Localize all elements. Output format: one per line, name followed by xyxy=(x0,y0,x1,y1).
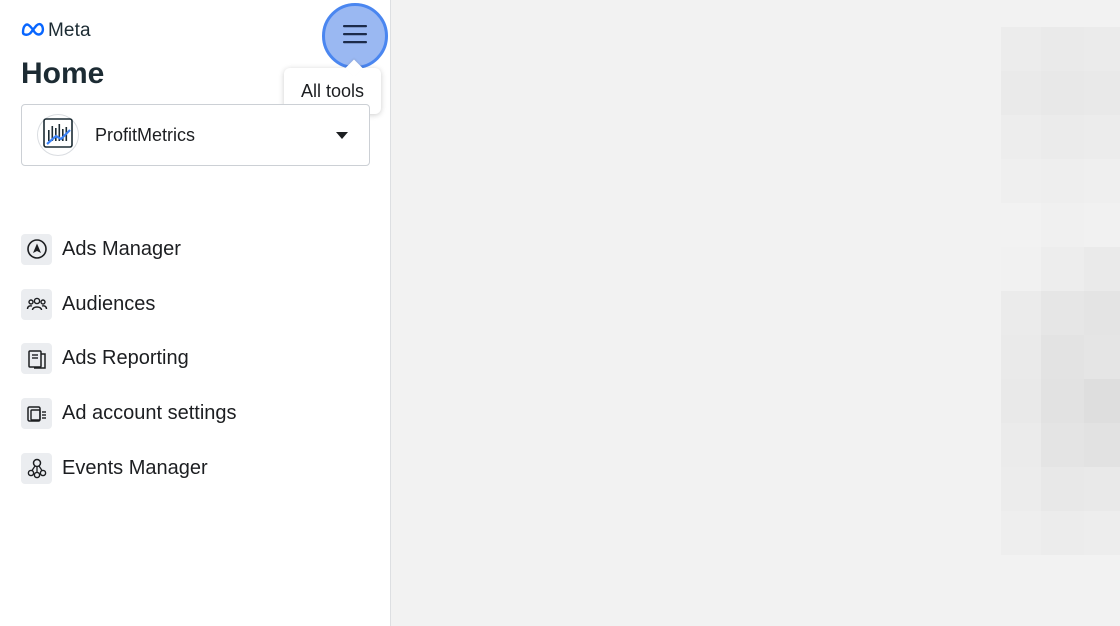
profitmetrics-logo-icon xyxy=(43,117,73,153)
brand-name: Meta xyxy=(48,20,91,41)
nav-item-audiences[interactable]: Audiences xyxy=(21,277,381,332)
nav-item-ads-manager[interactable]: Ads Manager xyxy=(21,222,381,277)
meta-brand[interactable]: Meta xyxy=(21,20,91,42)
all-tools-menu-button[interactable] xyxy=(322,3,388,69)
chevron-down-icon xyxy=(336,132,348,139)
account-avatar xyxy=(37,114,79,156)
meta-logo-icon xyxy=(21,22,45,41)
report-pages-icon xyxy=(21,343,52,375)
events-nodes-icon xyxy=(21,452,52,484)
nav-item-events-manager[interactable]: Events Manager xyxy=(21,441,381,496)
nav-label: Ads Manager xyxy=(62,237,181,260)
nav-label: Audiences xyxy=(62,292,156,315)
nav-label: Events Manager xyxy=(62,456,208,479)
hamburger-menu-icon xyxy=(342,23,368,50)
tooltip-text: All tools xyxy=(300,80,365,101)
nav-label: Ad account settings xyxy=(62,402,237,425)
sidebar: Meta Home All tools ProfitMetrics Ads Ma… xyxy=(0,0,391,626)
nav-item-ad-account-settings[interactable]: Ad account settings xyxy=(21,386,381,441)
account-settings-icon xyxy=(21,398,52,430)
loading-placeholder xyxy=(1001,27,1120,555)
account-selector[interactable]: ProfitMetrics xyxy=(21,104,370,166)
account-name: ProfitMetrics xyxy=(95,124,196,145)
people-group-icon xyxy=(21,288,52,320)
navigation-arrow-icon xyxy=(21,233,52,265)
page-title: Home xyxy=(21,57,105,90)
nav-item-ads-reporting[interactable]: Ads Reporting xyxy=(21,332,381,387)
nav-label: Ads Reporting xyxy=(62,347,189,370)
tools-nav: Ads Manager Audiences Ads Reporting Ad a… xyxy=(21,222,381,496)
main-content-area xyxy=(392,0,1120,626)
